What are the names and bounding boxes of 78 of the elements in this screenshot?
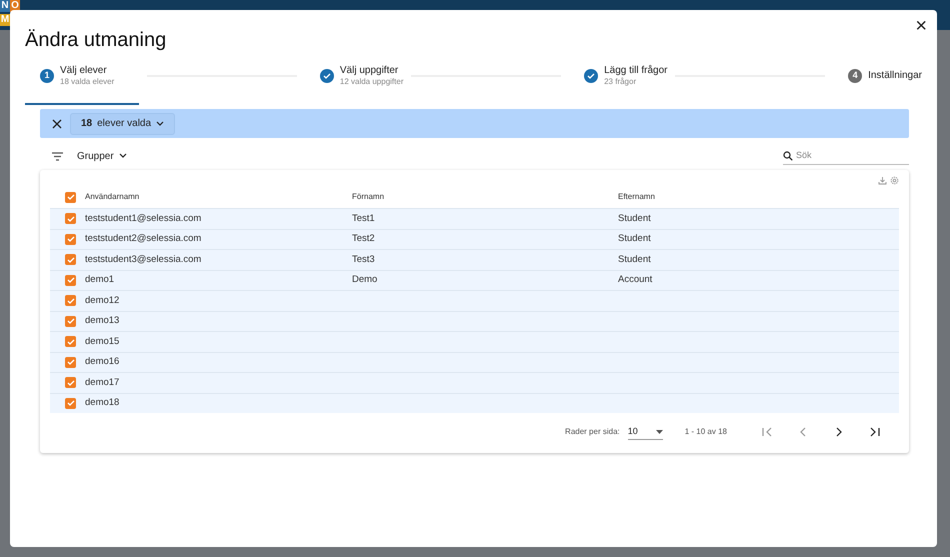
step-label: Välj elever xyxy=(60,65,108,77)
checkbox[interactable] xyxy=(65,398,76,409)
table-cell: Demo xyxy=(352,273,378,288)
checkbox[interactable] xyxy=(65,274,76,286)
step-number: 4 xyxy=(848,69,862,83)
table-cell: Student xyxy=(618,232,651,246)
table-row[interactable]: demo17 xyxy=(50,372,899,392)
table-cell: demo13 xyxy=(85,314,120,328)
table-cell: demo12 xyxy=(85,294,120,308)
table-cell: teststudent1@selessia.com xyxy=(85,212,202,226)
app-tile: N xyxy=(0,0,10,12)
table-row[interactable]: demo13 xyxy=(50,310,899,331)
stepper-step[interactable]: Välj uppgifter 12 valda uppgifter xyxy=(304,61,404,105)
checkbox[interactable] xyxy=(65,213,76,224)
table-cell: Student xyxy=(618,252,651,267)
column-header[interactable]: Användarnamn xyxy=(85,191,140,203)
step-number: 1 xyxy=(40,69,54,83)
table-cell: demo1 xyxy=(85,273,114,288)
step-label: Lägg till frågor xyxy=(604,65,668,77)
last-page-icon xyxy=(870,427,880,438)
download-icon[interactable] xyxy=(878,176,887,185)
table-row[interactable]: demo16 xyxy=(50,352,899,372)
table-row[interactable]: teststudent1@selessia.com Test1 Student xyxy=(50,208,899,228)
checkbox[interactable] xyxy=(65,356,76,368)
table-row[interactable]: teststudent3@selessia.com Test3 Student xyxy=(50,249,899,270)
stepper-step[interactable]: Lägg till frågor 23 frågor xyxy=(569,61,668,105)
table-row[interactable]: demo12 xyxy=(50,290,899,310)
next-page-icon xyxy=(834,427,844,438)
settings-icon[interactable] xyxy=(890,176,899,185)
table-cell: teststudent2@selessia.com xyxy=(85,232,202,246)
checkbox[interactable] xyxy=(65,192,76,202)
table-cell: demo16 xyxy=(85,355,120,370)
checkbox[interactable] xyxy=(65,316,76,327)
table-cell: Test3 xyxy=(352,252,375,267)
table-row[interactable]: demo18 xyxy=(50,392,899,413)
checkbox[interactable] xyxy=(65,295,76,306)
table-cell: Test1 xyxy=(352,212,375,226)
close-button[interactable]: × xyxy=(911,14,931,38)
table-row[interactable]: demo15 xyxy=(50,331,899,352)
table-cell: demo18 xyxy=(85,396,120,410)
selection-dropdown[interactable]: 18 elever valda xyxy=(70,112,176,134)
column-header[interactable]: Förnamn xyxy=(352,191,384,203)
checkbox[interactable] xyxy=(65,234,76,245)
rows-per-page-label: Rader per sida: xyxy=(565,426,620,438)
page-range: 1 - 10 av 18 xyxy=(684,426,727,438)
table-row[interactable]: demo1 Demo Account xyxy=(50,270,899,290)
dialog-title: Ändra utmaning xyxy=(25,28,168,52)
rows-per-page-select[interactable]: 10 xyxy=(628,425,663,440)
column-header[interactable]: Efternamn xyxy=(618,191,655,203)
table-cell: demo17 xyxy=(85,376,120,390)
table-cell: Student xyxy=(618,212,651,226)
stepper-step[interactable]: 1 Välj elever 18 valda elever xyxy=(25,61,140,105)
chevron-icon xyxy=(156,120,164,126)
filter-icon[interactable] xyxy=(52,152,63,160)
table-row[interactable]: teststudent2@selessia.com Test2 Student xyxy=(50,228,899,249)
checkbox[interactable] xyxy=(65,254,76,266)
check-icon xyxy=(584,69,598,83)
checkbox[interactable] xyxy=(65,377,76,388)
clear-icon[interactable] xyxy=(52,118,62,128)
table-cell: demo15 xyxy=(85,334,120,349)
groups-dropdown[interactable]: Grupper xyxy=(77,148,127,164)
step-label: Välj uppgifter xyxy=(340,65,400,77)
chevron-icon xyxy=(118,153,127,159)
table-cell: Test2 xyxy=(352,232,375,246)
first-page-icon xyxy=(762,427,772,438)
table-cell: Account xyxy=(618,273,652,288)
step-subtitle: 18 valda elever xyxy=(60,77,114,87)
step-subtitle: 12 valda uppgifter xyxy=(340,77,404,87)
previous-page-icon xyxy=(798,427,808,438)
search-icon xyxy=(783,150,793,160)
app-tile: M xyxy=(0,14,10,26)
table-cell: teststudent3@selessia.com xyxy=(85,252,202,267)
dropdown-icon xyxy=(656,430,663,434)
check-icon xyxy=(320,69,334,83)
checkbox[interactable] xyxy=(65,336,76,348)
step-label: Inställningar xyxy=(868,70,922,82)
step-subtitle: 23 frågor xyxy=(604,77,638,87)
stepper-step[interactable]: 4 Inställningar xyxy=(833,65,922,101)
